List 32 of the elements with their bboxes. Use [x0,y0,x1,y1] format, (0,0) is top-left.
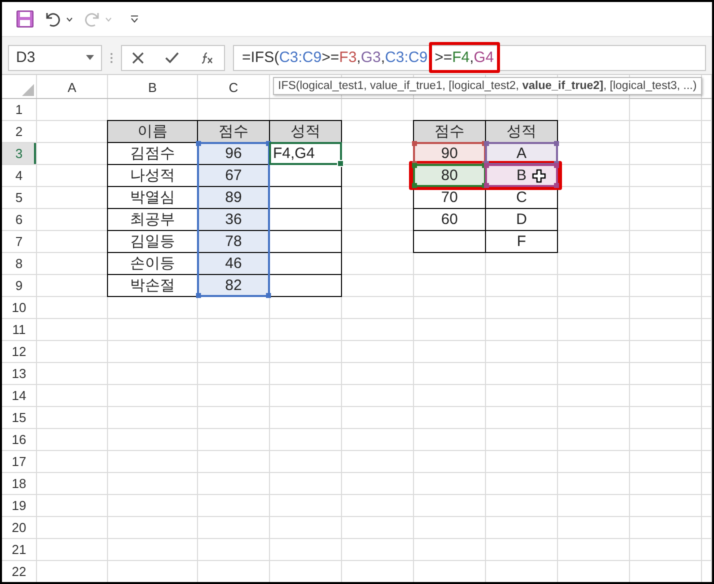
formula-field[interactable]: =IFS(C3:C9>=F3,G3,C3:C9 >=F4,G4 [233,44,706,70]
table-cell: 89 [197,186,270,209]
table-cell: 36 [197,208,270,231]
close-icon[interactable] [132,52,144,64]
grip-icon [110,52,113,64]
cell-reference: D3 [16,49,36,66]
row-header[interactable]: 3 [2,143,36,164]
table-cell: 박손절 [107,274,198,297]
function-icon[interactable] [200,52,214,64]
save-icon[interactable] [16,10,34,28]
column-header[interactable]: B [108,75,197,99]
column-header[interactable]: A [37,75,107,99]
name-box[interactable]: D3 [8,44,102,70]
table-cell: 67 [197,164,270,187]
column-heading: 점수 [413,120,486,143]
table-cell: 82 [197,274,270,297]
column-heading: 성적 [485,120,558,143]
check-icon[interactable] [164,52,179,64]
customize-icon[interactable] [130,15,139,23]
column-heading: 점수 [197,120,270,143]
function-tooltip: IFS(logical_test1, value_if_true1, [logical_test2, value_if_true2], [logical_test3, ...) [273,77,702,95]
column-header[interactable]: C [198,75,269,99]
column-heading: 이름 [107,120,198,143]
table-cell: 96 [197,142,270,165]
column-heading: 성적 [269,120,342,143]
dropdown-icon[interactable] [86,55,94,60]
undo-icon[interactable] [44,10,62,28]
caret-icon[interactable] [66,16,73,22]
table-cell: 46 [197,252,270,275]
table-cell: F [485,230,558,253]
table-cell: 78 [197,230,270,253]
table-cell: 80 [413,164,486,187]
